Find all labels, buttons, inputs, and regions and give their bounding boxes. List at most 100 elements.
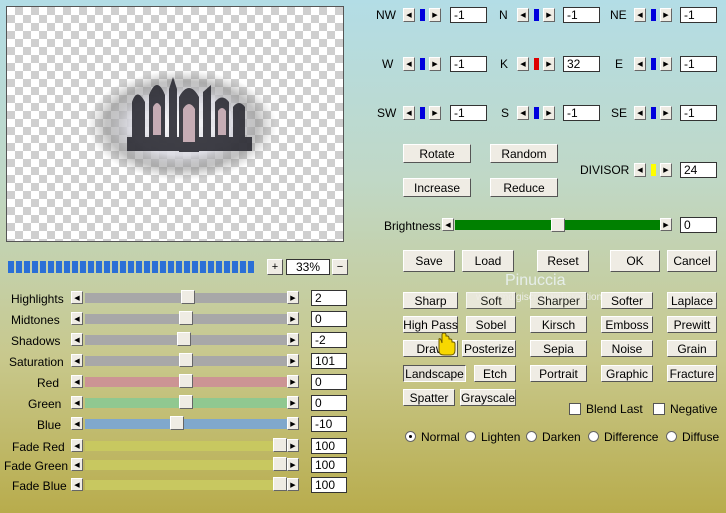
kernel-value-w[interactable]: -1 <box>450 56 487 72</box>
preset-kirsch-button[interactable]: Kirsch <box>530 316 587 333</box>
kernel-sw-indicator[interactable] <box>416 106 428 120</box>
fade-blue-thumb[interactable] <box>273 477 287 491</box>
preset-sepia-button[interactable]: Sepia <box>530 340 587 357</box>
blend-last-checkbox[interactable] <box>569 403 581 415</box>
kernel-n-increase-arrow[interactable]: ▶ <box>543 8 555 22</box>
cancel-button[interactable]: Cancel <box>667 250 717 272</box>
kernel-value-nw[interactable]: -1 <box>450 7 487 23</box>
preset-landscape-button[interactable]: Landscape <box>403 365 466 382</box>
preset-sharper-button[interactable]: Sharper <box>530 292 587 309</box>
kernel-w-indicator[interactable] <box>416 57 428 71</box>
kernel-s-indicator[interactable] <box>530 106 542 120</box>
blue-value[interactable]: -10 <box>311 416 347 432</box>
kernel-e-decrease-arrow[interactable]: ◀ <box>634 57 646 71</box>
highlights-decrease-arrow[interactable]: ◀ <box>71 291 83 304</box>
fade-red-decrease-arrow[interactable]: ◀ <box>71 439 83 452</box>
kernel-k-decrease-arrow[interactable]: ◀ <box>517 57 529 71</box>
increase-button[interactable]: Increase <box>403 178 471 197</box>
brightness-thumb[interactable] <box>551 218 565 232</box>
kernel-value-e[interactable]: -1 <box>680 56 717 72</box>
kernel-ne-increase-arrow[interactable]: ▶ <box>660 8 672 22</box>
load-button[interactable]: Load <box>462 250 514 272</box>
kernel-s-decrease-arrow[interactable]: ◀ <box>517 106 529 120</box>
kernel-value-n[interactable]: -1 <box>563 7 600 23</box>
blue-decrease-arrow[interactable]: ◀ <box>71 417 83 430</box>
kernel-value-s[interactable]: -1 <box>563 105 600 121</box>
midtones-decrease-arrow[interactable]: ◀ <box>71 312 83 325</box>
kernel-se-increase-arrow[interactable]: ▶ <box>660 106 672 120</box>
divisor-indicator[interactable] <box>647 163 659 177</box>
mode-normal-radio[interactable] <box>405 431 416 442</box>
kernel-nw-indicator[interactable] <box>416 8 428 22</box>
red-decrease-arrow[interactable]: ◀ <box>71 375 83 388</box>
kernel-k-increase-arrow[interactable]: ▶ <box>543 57 555 71</box>
save-button[interactable]: Save <box>403 250 455 272</box>
ok-button[interactable]: OK <box>610 250 660 272</box>
preset-sharp-button[interactable]: Sharp <box>403 292 458 309</box>
mode-lighten-radio[interactable] <box>465 431 476 442</box>
saturation-increase-arrow[interactable]: ▶ <box>287 354 299 367</box>
kernel-s-increase-arrow[interactable]: ▶ <box>543 106 555 120</box>
divisor-value[interactable]: 24 <box>680 162 717 178</box>
preset-fracture-button[interactable]: Fracture <box>667 365 717 382</box>
kernel-ne-decrease-arrow[interactable]: ◀ <box>634 8 646 22</box>
fade-green-decrease-arrow[interactable]: ◀ <box>71 458 83 471</box>
preset-grain-button[interactable]: Grain <box>667 340 717 357</box>
preset-sobel-button[interactable]: Sobel <box>466 316 516 333</box>
green-increase-arrow[interactable]: ▶ <box>287 396 299 409</box>
highlights-value[interactable]: 2 <box>311 290 347 306</box>
highlights-thumb[interactable] <box>181 290 195 304</box>
preset-prewitt-button[interactable]: Prewitt <box>667 316 717 333</box>
brightness-right-arrow[interactable]: ▶ <box>660 218 672 231</box>
fade-red-thumb[interactable] <box>273 438 287 452</box>
fade-red-increase-arrow[interactable]: ▶ <box>287 439 299 452</box>
divisor-decrease-arrow[interactable]: ◀ <box>634 163 646 177</box>
shadows-value[interactable]: -2 <box>311 332 347 348</box>
fade-blue-track[interactable] <box>85 480 287 490</box>
fade-blue-decrease-arrow[interactable]: ◀ <box>71 478 83 491</box>
kernel-w-increase-arrow[interactable]: ▶ <box>429 57 441 71</box>
preset-posterize-button[interactable]: Posterize <box>462 340 516 357</box>
preset-portrait-button[interactable]: Portrait <box>530 365 587 382</box>
mode-diffuse-radio[interactable] <box>666 431 677 442</box>
saturation-thumb[interactable] <box>179 353 193 367</box>
blue-increase-arrow[interactable]: ▶ <box>287 417 299 430</box>
preset-high-pass-button[interactable]: High Pass <box>403 316 458 333</box>
fade-green-thumb[interactable] <box>273 457 287 471</box>
kernel-n-decrease-arrow[interactable]: ◀ <box>517 8 529 22</box>
preset-soft-button[interactable]: Soft <box>466 292 516 309</box>
midtones-value[interactable]: 0 <box>311 311 347 327</box>
blue-thumb[interactable] <box>170 416 184 430</box>
kernel-sw-decrease-arrow[interactable]: ◀ <box>403 106 415 120</box>
kernel-nw-increase-arrow[interactable]: ▶ <box>429 8 441 22</box>
preset-etch-button[interactable]: Etch <box>474 365 516 382</box>
preset-grayscale-button[interactable]: Grayscale <box>460 389 516 406</box>
mode-difference-radio[interactable] <box>588 431 599 442</box>
kernel-value-ne[interactable]: -1 <box>680 7 717 23</box>
reduce-button[interactable]: Reduce <box>490 178 558 197</box>
preset-noise-button[interactable]: Noise <box>601 340 653 357</box>
kernel-se-decrease-arrow[interactable]: ◀ <box>634 106 646 120</box>
red-increase-arrow[interactable]: ▶ <box>287 375 299 388</box>
saturation-value[interactable]: 101 <box>311 353 347 369</box>
kernel-k-indicator[interactable] <box>530 57 542 71</box>
highlights-increase-arrow[interactable]: ▶ <box>287 291 299 304</box>
red-value[interactable]: 0 <box>311 374 347 390</box>
fade-red-value[interactable]: 100 <box>311 438 347 454</box>
preset-softer-button[interactable]: Softer <box>601 292 653 309</box>
random-button[interactable]: Random <box>490 144 558 163</box>
kernel-ne-indicator[interactable] <box>647 8 659 22</box>
shadows-decrease-arrow[interactable]: ◀ <box>71 333 83 346</box>
kernel-value-sw[interactable]: -1 <box>450 105 487 121</box>
kernel-e-indicator[interactable] <box>647 57 659 71</box>
mode-darken-radio[interactable] <box>526 431 537 442</box>
green-decrease-arrow[interactable]: ◀ <box>71 396 83 409</box>
fade-green-increase-arrow[interactable]: ▶ <box>287 458 299 471</box>
blue-track[interactable] <box>85 419 287 429</box>
zoom-in-button[interactable]: + <box>267 259 283 275</box>
kernel-n-indicator[interactable] <box>530 8 542 22</box>
kernel-sw-increase-arrow[interactable]: ▶ <box>429 106 441 120</box>
rotate-button[interactable]: Rotate <box>403 144 471 163</box>
kernel-se-indicator[interactable] <box>647 106 659 120</box>
shadows-increase-arrow[interactable]: ▶ <box>287 333 299 346</box>
